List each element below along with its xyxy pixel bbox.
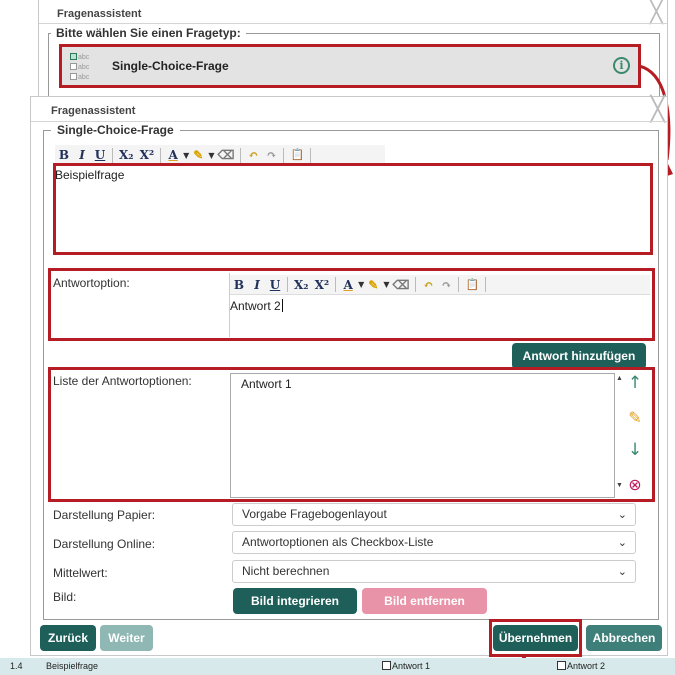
toolbar-separator <box>310 147 312 163</box>
online-display-value: Antwortoptionen als Checkbox-Liste <box>242 535 434 549</box>
question-editor-toolbar: B I U X₂ X² A ▼ ✎ ▼ ⌫ ↶ ↷ 📋 <box>55 145 385 165</box>
paper-display-label: Darstellung Papier: <box>53 508 156 522</box>
redo-icon[interactable]: ↷ <box>437 276 455 294</box>
answer-editor-toolbar: B I U X₂ X² A ▼ ✎ ▼ ⌫ ↶ ↷ 📋 <box>230 275 650 295</box>
preview-option-1: Antwort 1 <box>382 661 430 671</box>
subscript-button[interactable]: X₂ <box>116 146 137 164</box>
question-type-single-choice[interactable]: abc abc abc Single-Choice-Frage i <box>59 44 641 88</box>
mean-value: Nicht berechnen <box>242 564 330 578</box>
close-icon[interactable]: ╳ <box>651 97 665 121</box>
font-color-button[interactable]: A <box>339 276 357 294</box>
next-button[interactable]: Weiter <box>100 625 153 651</box>
divider <box>31 121 667 122</box>
paste-icon[interactable]: 📋 <box>462 276 482 294</box>
underline-button[interactable]: U <box>266 276 284 294</box>
answer-list-label: Liste der Antwortoptionen: <box>53 374 192 388</box>
undo-icon[interactable]: ↶ <box>244 146 262 164</box>
toolbar-separator <box>283 147 285 163</box>
mean-label: Mittelwert: <box>53 566 108 580</box>
divider <box>39 23 667 24</box>
delete-icon[interactable]: ⊗ <box>627 475 643 494</box>
question-text-editor[interactable] <box>53 163 653 255</box>
font-color-button[interactable]: A <box>164 146 182 164</box>
italic-button[interactable]: I <box>73 146 91 164</box>
checkbox-icon <box>557 661 566 670</box>
toolbar-separator <box>240 147 242 163</box>
paper-display-select[interactable]: Vorgabe Fragebogenlayout ⌄ <box>232 503 636 526</box>
question-wizard-dialog: Fragenassistent ╳ Single-Choice-Frage B … <box>30 96 668 657</box>
integrate-image-button[interactable]: Bild integrieren <box>233 588 357 614</box>
checkbox-icon <box>70 73 77 80</box>
bold-button[interactable]: B <box>55 146 73 164</box>
move-up-icon[interactable]: ↑ <box>627 373 643 393</box>
answer-option-text: Antwort 2 <box>230 299 281 313</box>
redo-icon[interactable]: ↷ <box>262 146 280 164</box>
preview-option-2: Antwort 2 <box>557 661 605 671</box>
background-close-icon[interactable]: ╳ <box>650 2 663 24</box>
answer-list[interactable] <box>230 373 615 498</box>
superscript-button[interactable]: X² <box>137 146 158 164</box>
type-icon-text: abc <box>78 74 90 81</box>
dialog-title: Fragenassistent <box>51 105 136 117</box>
preview-question-text: Beispielfrage <box>46 661 99 671</box>
chevron-down-icon: ⌄ <box>617 565 627 578</box>
undo-icon[interactable]: ↶ <box>419 276 437 294</box>
checkbox-icon <box>70 63 77 70</box>
add-answer-button[interactable]: Antwort hinzufügen <box>512 343 646 369</box>
superscript-button[interactable]: X² <box>312 276 333 294</box>
paper-display-value: Vorgabe Fragebogenlayout <box>242 507 387 521</box>
back-button[interactable]: Zurück <box>40 625 96 651</box>
subscript-button[interactable]: X₂ <box>291 276 312 294</box>
info-icon[interactable]: i <box>613 57 630 74</box>
clear-format-icon[interactable]: ⌫ <box>389 276 412 294</box>
mean-select[interactable]: Nicht berechnen ⌄ <box>232 560 636 583</box>
paste-icon[interactable]: 📋 <box>287 146 307 164</box>
answer-option-label: Antwortoption: <box>53 276 130 290</box>
underline-button[interactable]: U <box>91 146 109 164</box>
type-icon-text: abc <box>78 54 90 61</box>
question-type-legend: Bitte wählen Sie einen Fragetyp: <box>51 26 246 40</box>
move-down-icon[interactable]: ↓ <box>627 440 643 460</box>
image-label: Bild: <box>53 590 77 604</box>
chevron-down-icon: ⌄ <box>617 536 627 549</box>
question-text: Beispielfrage <box>55 168 125 182</box>
highlight-icon[interactable]: ✎ <box>364 276 382 294</box>
online-display-label: Darstellung Online: <box>53 537 156 551</box>
preview-option-label: Antwort 1 <box>392 661 431 671</box>
questionnaire-preview-row: 1.4 Beispielfrage Antwort 1 Antwort 2 <box>0 658 675 675</box>
toolbar-separator <box>485 277 487 292</box>
toolbar-separator <box>112 147 113 163</box>
toolbar-separator <box>335 277 337 292</box>
italic-button[interactable]: I <box>248 276 266 294</box>
background-dialog-title: Fragenassistent <box>57 8 142 20</box>
edit-icon[interactable]: ✎ <box>627 408 643 427</box>
remove-image-button[interactable]: Bild entfernen <box>362 588 487 614</box>
clear-format-icon[interactable]: ⌫ <box>214 146 237 164</box>
single-choice-legend: Single-Choice-Frage <box>51 123 180 137</box>
checkbox-checked-icon <box>70 53 77 60</box>
toolbar-separator <box>415 277 417 292</box>
type-icon-text: abc <box>78 64 90 71</box>
chevron-down-icon: ⌄ <box>617 508 627 521</box>
toolbar-separator <box>458 277 460 292</box>
scroll-up-icon[interactable]: ▲ <box>616 375 623 382</box>
highlight-icon[interactable]: ✎ <box>189 146 207 164</box>
preview-option-label: Antwort 2 <box>567 661 606 671</box>
scroll-down-icon[interactable]: ▼ <box>616 482 623 489</box>
list-item[interactable]: Antwort 1 <box>241 377 292 391</box>
background-dialog: Fragenassistent ╳ Bitte wählen Sie einen… <box>38 0 668 103</box>
online-display-select[interactable]: Antwortoptionen als Checkbox-Liste ⌄ <box>232 531 636 554</box>
bold-button[interactable]: B <box>230 276 248 294</box>
question-number: 1.4 <box>10 661 23 671</box>
apply-button[interactable]: Übernehmen <box>493 625 578 651</box>
toolbar-separator <box>287 277 288 292</box>
question-type-label: Single-Choice-Frage <box>112 59 229 73</box>
single-choice-type-icon: abc abc abc <box>70 53 98 83</box>
checkbox-icon <box>382 661 391 670</box>
cancel-button[interactable]: Abbrechen <box>586 625 662 651</box>
toolbar-separator <box>160 147 162 163</box>
